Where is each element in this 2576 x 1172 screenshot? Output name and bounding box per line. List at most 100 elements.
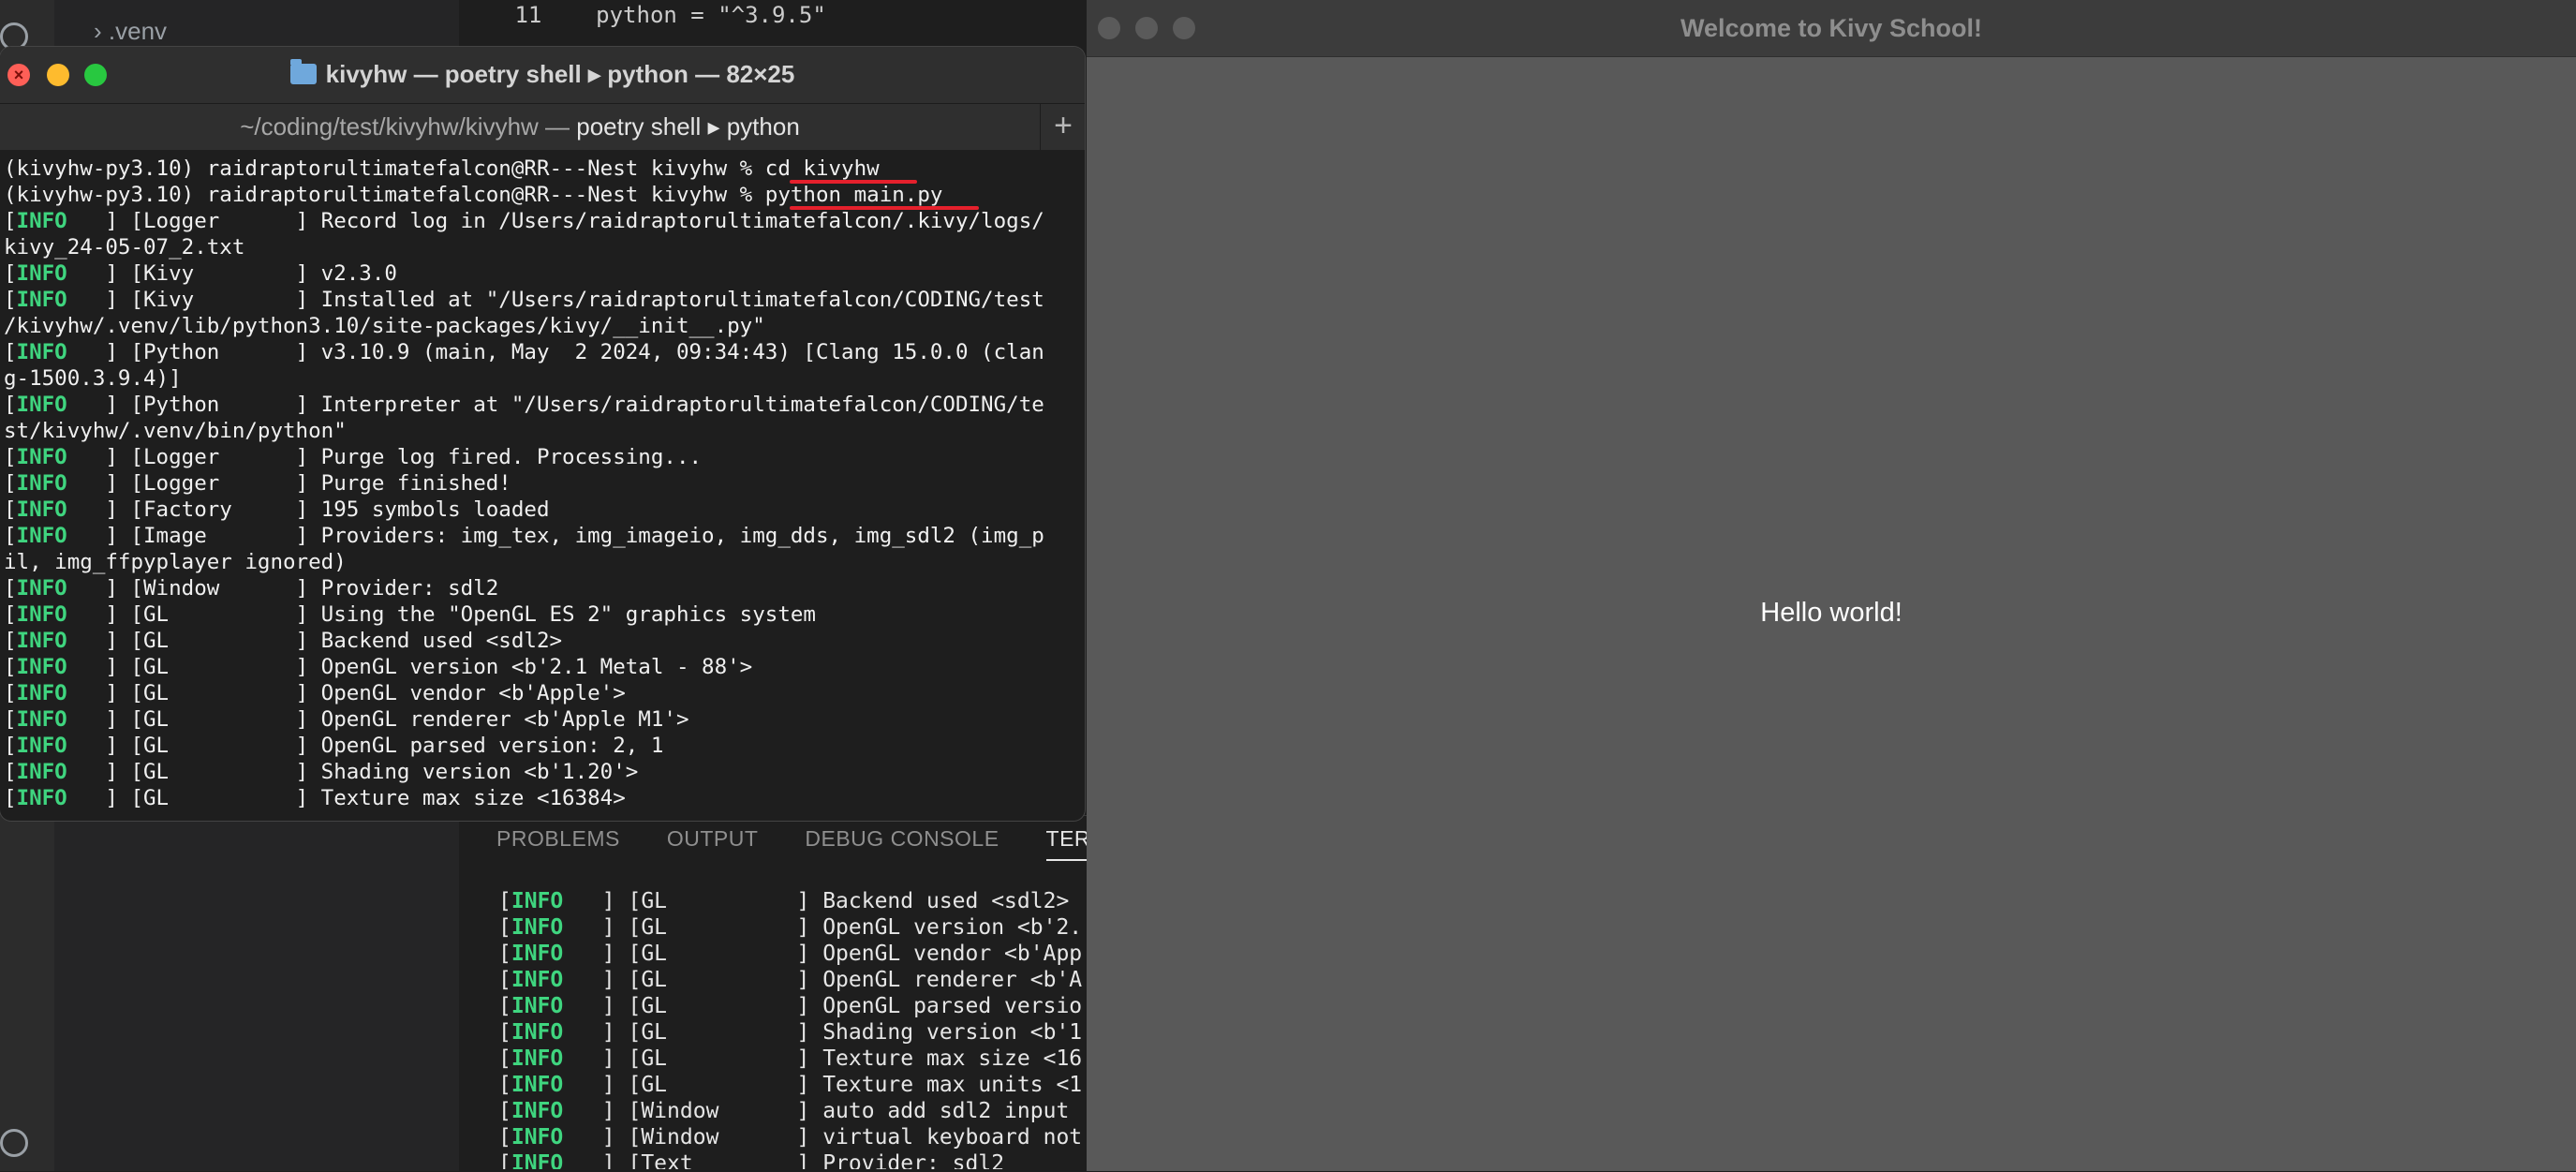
- log-message: ] [Kivy ] Installed at "/Users/raidrapto…: [67, 288, 1044, 312]
- log-level: INFO: [16, 786, 67, 810]
- account-icon[interactable]: [0, 1129, 28, 1157]
- terminal-log-line: [INFO ] [Kivy ] Installed at "/Users/rai…: [4, 288, 1044, 312]
- log-level: INFO: [16, 209, 67, 233]
- log-level: INFO: [16, 340, 67, 364]
- kivy-titlebar[interactable]: Welcome to Kivy School!: [1087, 0, 2576, 57]
- terminal-log-line: g-1500.3.9.4)]: [4, 365, 1085, 392]
- log-level: INFO: [16, 734, 67, 758]
- vscode-terminal-output[interactable]: [INFO ] [GL ] Backend used <sdl2> [INFO ]…: [498, 888, 1085, 1169]
- terminal-log-line: [INFO ] [Logger ] Record log in /Users/r…: [4, 209, 1044, 233]
- log-level: INFO: [511, 915, 564, 940]
- log-message: ] [GL ] OpenGL renderer <b'Apple M1'>: [67, 707, 689, 732]
- terminal-output[interactable]: (kivyhw-py3.10) raidraptorultimatefalcon…: [4, 156, 1085, 821]
- command-line-2: (kivyhw-py3.10) raidraptorultimatefalcon…: [4, 183, 943, 207]
- log-level: INFO: [16, 602, 67, 627]
- terminal-log-line: [INFO ] [GL ] Shading version <b'1.20'>: [4, 760, 639, 784]
- tab-process: poetry shell ▸ python: [576, 112, 800, 141]
- log-level: INFO: [511, 968, 564, 992]
- terminal-log-line: [INFO ] [GL ] OpenGL renderer <b'Apple M…: [4, 707, 689, 732]
- tab-output[interactable]: OUTPUT: [667, 826, 759, 861]
- log-message: ] [GL ] Shading version <b'1.20'>: [67, 760, 639, 784]
- folder-icon: [289, 59, 317, 84]
- kivy-app-window[interactable]: Welcome to Kivy School! Hello world!: [1087, 0, 2576, 1171]
- log-level: INFO: [16, 445, 67, 469]
- terminal-log-line: [INFO ] [GL ] Using the "OpenGL ES 2" gr…: [4, 602, 816, 627]
- tab-problems[interactable]: PROBLEMS: [496, 826, 620, 861]
- log-message: ] [Window ] virtual keyboard not: [563, 1125, 1083, 1150]
- log-message: ] [Factory ] 195 symbols loaded: [67, 497, 550, 522]
- panel-log-line: [INFO ] [GL ] Backend used <sdl2>: [498, 889, 1070, 913]
- panel-log-line: [INFO ] [GL ] Texture max size <16: [498, 1046, 1083, 1071]
- tab-path: ~/coding/test/kivyhw/kivyhw —: [240, 112, 577, 141]
- terminal-log-line: [INFO ] [Window ] Provider: sdl2: [4, 576, 499, 601]
- panel-log-line: [INFO ] [GL ] OpenGL renderer <b'A: [498, 968, 1083, 992]
- log-message: ] [GL ] OpenGL version <b'2.: [563, 915, 1083, 940]
- log-message: ] [GL ] Backend used <sdl2>: [563, 889, 1070, 913]
- log-message: g-1500.3.9.4)]: [4, 366, 182, 391]
- explorer-item-venv[interactable]: › .venv: [94, 17, 167, 46]
- log-level: INFO: [16, 524, 67, 548]
- terminal-log-line: [INFO ] [Python ] Interpreter at "/Users…: [4, 393, 1044, 417]
- panel-log-line: [INFO ] [GL ] Shading version <b'1: [498, 1020, 1083, 1045]
- terminal-window[interactable]: × kivyhw — poetry shell ▸ python — 82×25…: [0, 47, 1085, 821]
- log-message: ] [GL ] OpenGL renderer <b'A: [563, 968, 1083, 992]
- terminal-log-line: [INFO ] [Factory ] 195 symbols loaded: [4, 497, 550, 522]
- panel-log-line: [INFO ] [GL ] OpenGL vendor <b'App: [498, 942, 1083, 966]
- hello-label: Hello world!: [1760, 598, 1902, 628]
- panel-log-line: [INFO ] [Text ] Provider: sdl2: [498, 1150, 1085, 1169]
- red-underline-cmd2: [790, 206, 979, 210]
- command-line-1: (kivyhw-py3.10) raidraptorultimatefalcon…: [4, 156, 880, 181]
- log-level: INFO: [16, 681, 67, 705]
- log-level: INFO: [16, 393, 67, 417]
- log-message: ] [Logger ] Purge log fired. Processing.…: [67, 445, 703, 469]
- panel-log-line: [INFO ] [Window ] auto add sdl2 input: [498, 1099, 1083, 1123]
- log-level: INFO: [16, 471, 67, 496]
- log-message: ] [GL ] Texture max units <1: [563, 1073, 1083, 1097]
- panel-log-line: [INFO ] [GL ] Texture max units <1: [498, 1073, 1083, 1097]
- log-message: ] [GL ] Texture max size <16: [563, 1046, 1083, 1071]
- log-message: ] [GL ] Backend used <sdl2>: [67, 629, 563, 653]
- log-message: il, img_ffpyplayer ignored): [4, 550, 347, 574]
- command-cd: cd kivyhw: [764, 156, 880, 181]
- log-message: ] [GL ] Shading version <b'1: [563, 1020, 1083, 1045]
- terminal-log-line: st/kivyhw/.venv/bin/python": [4, 418, 1085, 444]
- kivy-window-title: Welcome to Kivy School!: [1680, 14, 1983, 42]
- log-level: INFO: [16, 655, 67, 679]
- log-level: INFO: [511, 1099, 564, 1123]
- log-level: INFO: [16, 261, 67, 286]
- terminal-log-line: [INFO ] [Logger ] Purge log fired. Proce…: [4, 445, 703, 469]
- terminal-log-line: [INFO ] [Image ] Providers: img_tex, img…: [4, 524, 1044, 548]
- log-message: ] [Image ] Providers: img_tex, img_image…: [67, 524, 1044, 548]
- terminal-log-line: [INFO ] [Logger ] Purge finished!: [4, 471, 511, 496]
- terminal-log-line: [INFO ] [GL ] OpenGL version <b'2.1 Meta…: [4, 655, 753, 679]
- log-level: INFO: [511, 1151, 564, 1169]
- panel-tabs: PROBLEMS OUTPUT DEBUG CONSOLE TERMIN: [496, 826, 1132, 861]
- tab-debug-console[interactable]: DEBUG CONSOLE: [805, 826, 999, 861]
- new-tab-button[interactable]: +: [1040, 103, 1085, 150]
- log-message: ] [Python ] v3.10.9 (main, May 2 2024, 0…: [67, 340, 1044, 364]
- log-level: INFO: [511, 942, 564, 966]
- log-level: INFO: [511, 1125, 564, 1150]
- log-message: ] [GL ] Texture max size <16384>: [67, 786, 626, 810]
- log-message: ] [Logger ] Record log in /Users/raidrap…: [67, 209, 1044, 233]
- log-message: ] [Window ] Provider: sdl2: [67, 576, 499, 601]
- log-message: ] [GL ] OpenGL vendor <b'App: [563, 942, 1083, 966]
- terminal-log-line: [INFO ] [GL ] Texture max size <16384>: [4, 786, 626, 810]
- log-level: INFO: [511, 1020, 564, 1045]
- panel-log-line: [INFO ] [GL ] OpenGL parsed versio: [498, 994, 1083, 1018]
- terminal-log-line: [INFO ] [GL ] OpenGL parsed version: 2, …: [4, 734, 664, 758]
- terminal-log-line: [INFO ] [Kivy ] v2.3.0: [4, 261, 397, 286]
- panel-log-line: [INFO ] [Window ] virtual keyboard not: [498, 1125, 1083, 1150]
- log-level: INFO: [511, 1073, 564, 1097]
- terminal-tab[interactable]: ~/coding/test/kivyhw/kivyhw — poetry she…: [0, 103, 1040, 150]
- log-message: kivy_24-05-07_2.txt: [4, 235, 245, 260]
- log-level: INFO: [511, 994, 564, 1018]
- log-level: INFO: [16, 629, 67, 653]
- log-message: st/kivyhw/.venv/bin/python": [4, 419, 347, 443]
- log-message: ] [Python ] Interpreter at "/Users/raidr…: [67, 393, 1044, 417]
- log-message: ] [GL ] OpenGL parsed versio: [563, 994, 1083, 1018]
- log-message: ] [GL ] OpenGL version <b'2.1 Metal - 88…: [67, 655, 753, 679]
- log-message: /kivyhw/.venv/lib/python3.10/site-packag…: [4, 314, 765, 338]
- log-level: INFO: [511, 1046, 564, 1071]
- log-message: ] [GL ] OpenGL parsed version: 2, 1: [67, 734, 664, 758]
